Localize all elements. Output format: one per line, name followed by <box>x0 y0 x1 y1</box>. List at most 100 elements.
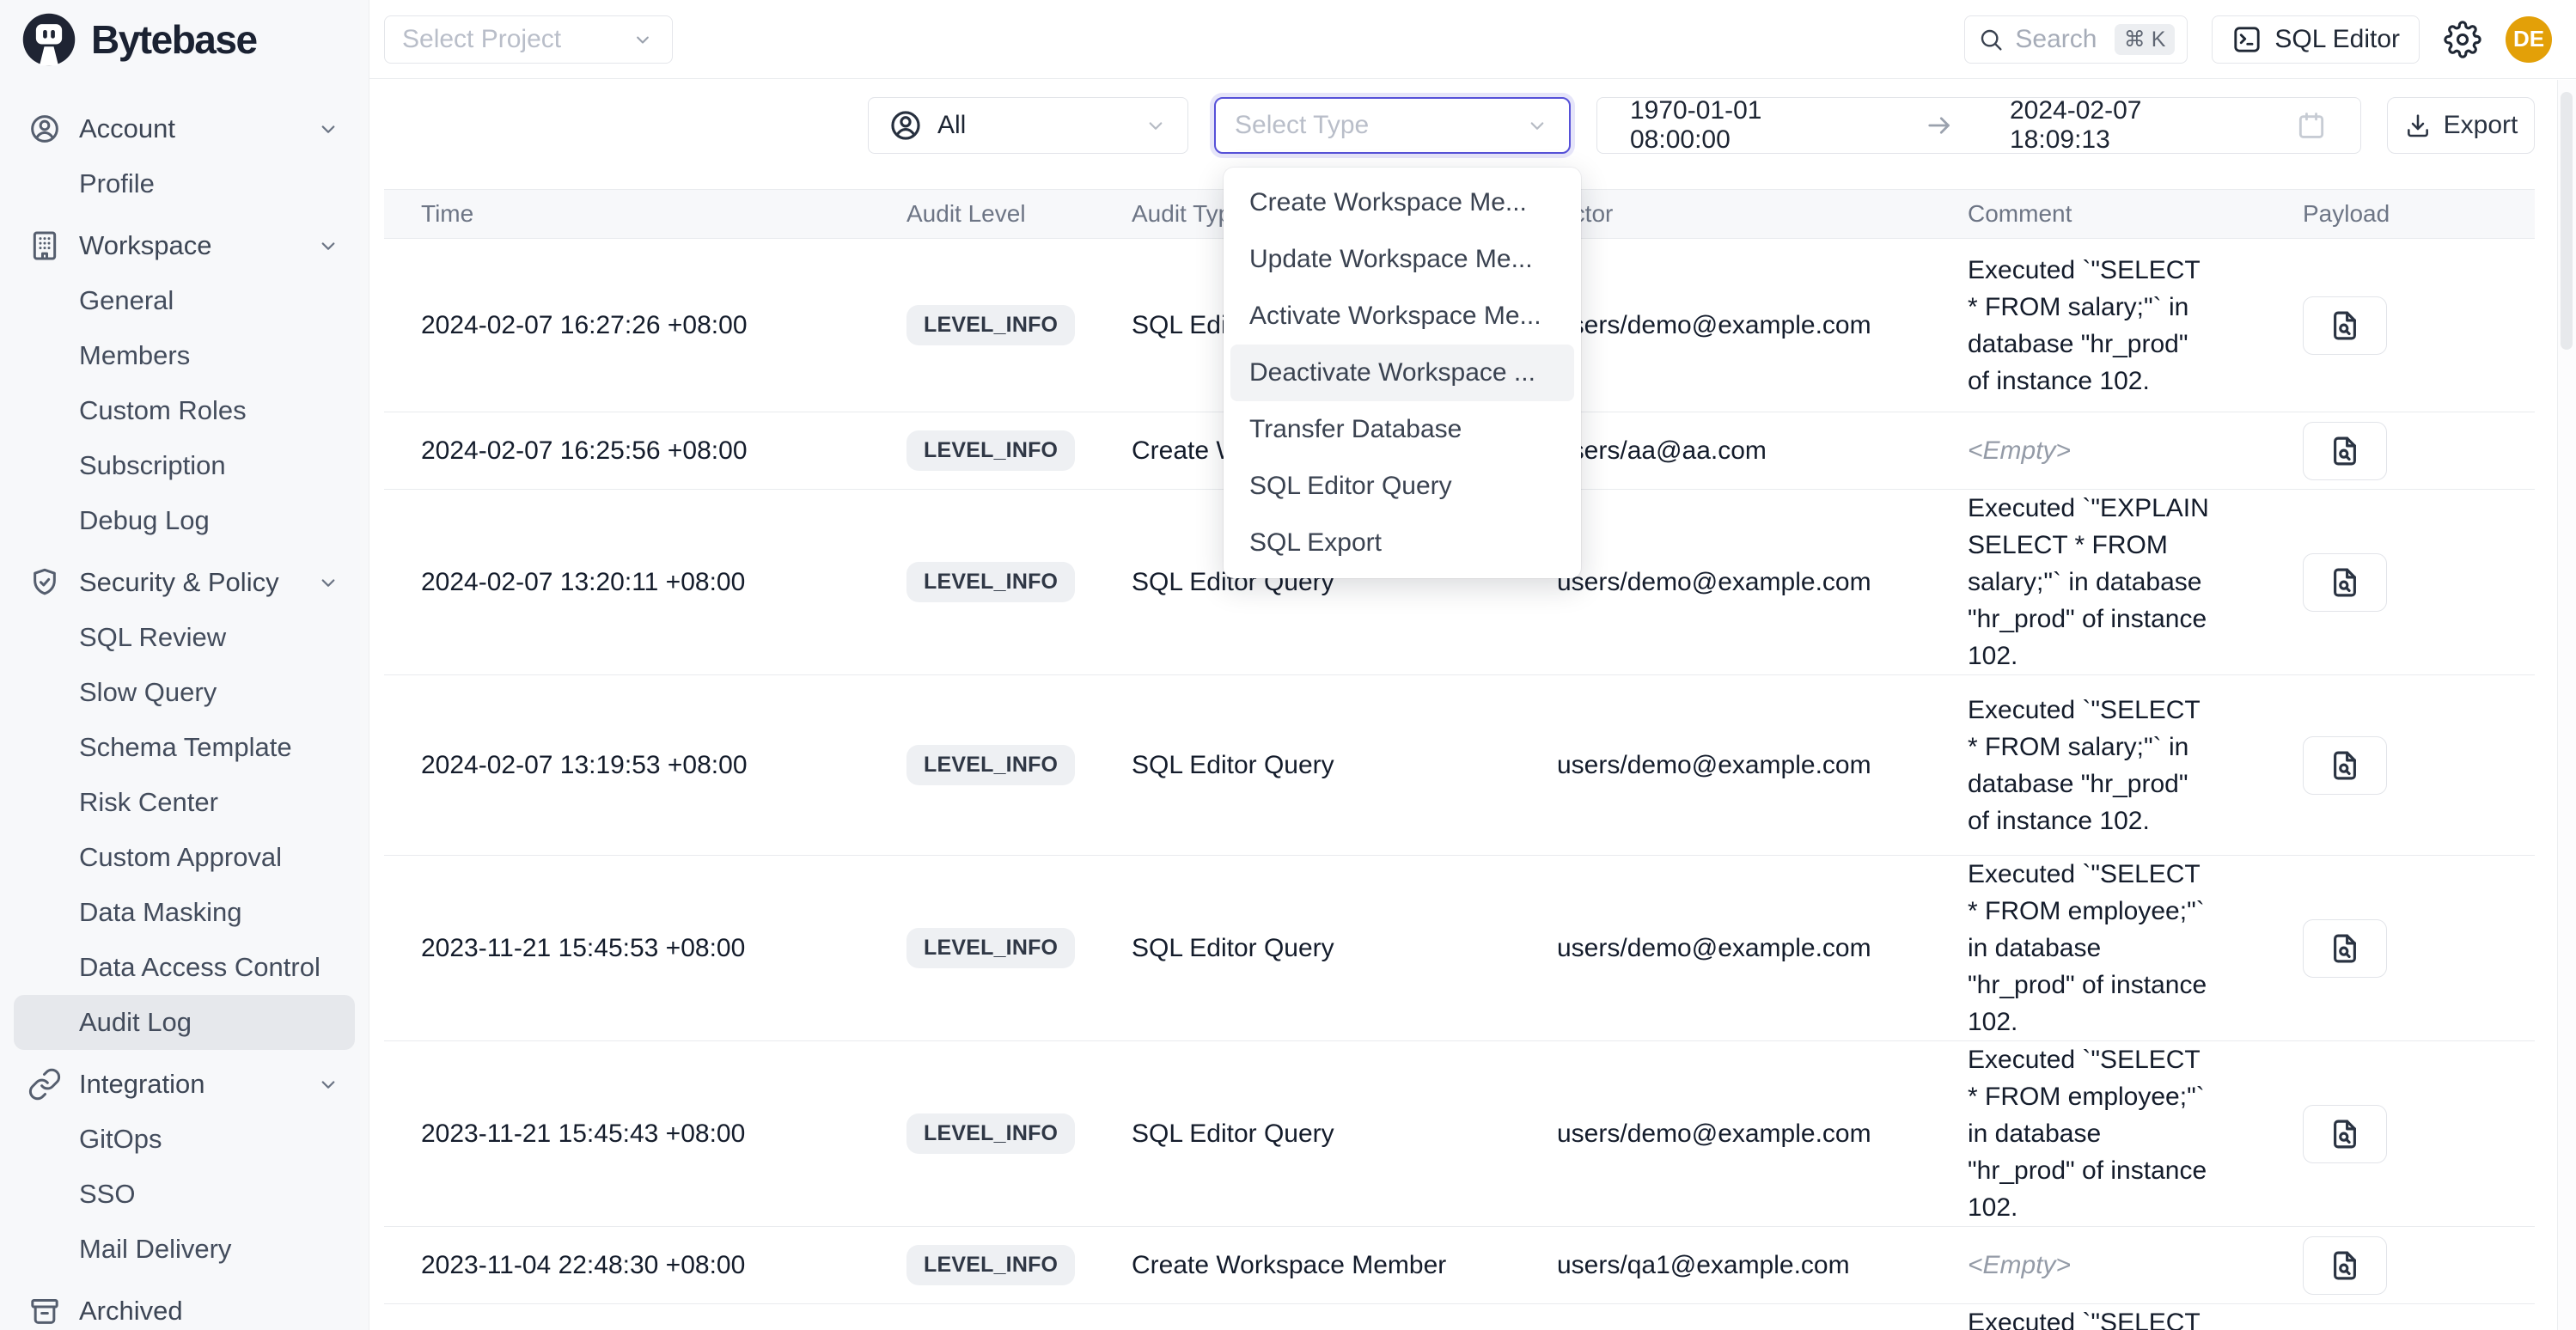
type-menu-option-create-workspace-me[interactable]: Create Workspace Me... <box>1230 174 1574 231</box>
type-menu-option-sql-export[interactable]: SQL Export <box>1230 515 1574 571</box>
payload-view-button[interactable] <box>2303 1105 2387 1163</box>
sidebar-item-slow-query[interactable]: Slow Query <box>14 665 355 720</box>
export-button[interactable]: Export <box>2387 97 2535 154</box>
settings-gear-icon[interactable] <box>2444 21 2481 58</box>
sidebar-item-label: Subscription <box>79 450 226 481</box>
cell-time: 2024-02-07 13:20:11 +08:00 <box>384 568 870 597</box>
type-menu-option-deactivate-workspace[interactable]: Deactivate Workspace ... <box>1230 345 1574 401</box>
cell-time: 2024-02-07 16:25:56 +08:00 <box>384 436 870 466</box>
date-range-picker[interactable]: 1970-01-01 08:00:00 2024-02-07 18:09:13 <box>1596 97 2361 154</box>
sidebar-item-data-access-control[interactable]: Data Access Control <box>14 940 355 995</box>
cell-time: 2023-11-04 22:48:30 +08:00 <box>384 1251 870 1280</box>
cell-audit-type: SQL Editor Query <box>1095 1120 1520 1149</box>
building-icon <box>27 229 62 263</box>
file-search-icon <box>2327 1248 2363 1284</box>
audit-log-row: 2023-11-04 01:06:24 +08:00LEVEL_INFOSQL … <box>384 1304 2535 1330</box>
payload-view-button[interactable] <box>2303 736 2387 795</box>
sidebar-item-label: Custom Approval <box>79 842 282 873</box>
type-filter-placeholder: Select Type <box>1235 111 1369 140</box>
sidebar-section-integration[interactable]: Integration <box>14 1057 355 1112</box>
search-input[interactable]: Search ⌘ K <box>1964 15 2188 64</box>
type-menu-option-activate-workspace-me[interactable]: Activate Workspace Me... <box>1230 288 1574 345</box>
sidebar-section-label: Account <box>79 113 175 144</box>
audit-level-badge: LEVEL_INFO <box>906 305 1075 345</box>
sidebar-item-label: Members <box>79 340 190 371</box>
sidebar-item-schema-template[interactable]: Schema Template <box>14 720 355 775</box>
column-header-audit-level: Audit Level <box>870 200 1095 228</box>
bytebase-logo[interactable]: Bytebase <box>0 0 369 79</box>
audit-level-badge: LEVEL_INFO <box>906 928 1075 968</box>
date-from-value[interactable]: 1970-01-01 08:00:00 <box>1630 96 1869 155</box>
type-menu-option-transfer-database[interactable]: Transfer Database <box>1230 401 1574 458</box>
filter-bar: All Select Type 1970-01-01 08:00:00 2024… <box>384 97 2535 154</box>
sidebar-item-custom-approval[interactable]: Custom Approval <box>14 830 355 885</box>
sidebar-section-label: Security & Policy <box>79 567 279 598</box>
cell-time: 2023-11-21 15:45:53 +08:00 <box>384 934 870 963</box>
file-search-icon <box>2327 308 2363 344</box>
payload-view-button[interactable] <box>2303 919 2387 978</box>
cell-actor: users/demo@example.com <box>1520 568 1931 597</box>
sidebar-item-data-masking[interactable]: Data Masking <box>14 885 355 940</box>
cell-audit-level: LEVEL_INFO <box>870 928 1095 968</box>
topbar: Select Project Search ⌘ K SQL Editor DE <box>369 0 2576 79</box>
sidebar-item-sql-review[interactable]: SQL Review <box>14 610 355 665</box>
file-search-icon <box>2327 564 2363 601</box>
sidebar-section-archived[interactable]: Archived <box>14 1284 355 1330</box>
type-menu-option-sql-editor-query[interactable]: SQL Editor Query <box>1230 458 1574 515</box>
sidebar-item-gitops[interactable]: GitOps <box>14 1112 355 1167</box>
sidebar-section-security-policy[interactable]: Security & Policy <box>14 555 355 610</box>
sql-editor-button[interactable]: SQL Editor <box>2212 15 2420 64</box>
cell-actor: users/demo@example.com <box>1520 934 1931 963</box>
sidebar-item-general[interactable]: General <box>14 273 355 328</box>
payload-view-button[interactable] <box>2303 296 2387 355</box>
sidebar-item-custom-roles[interactable]: Custom Roles <box>14 383 355 438</box>
cell-audit-level: LEVEL_INFO <box>870 745 1095 785</box>
search-icon <box>1977 26 2005 53</box>
cell-comment: Executed `"SELECT * FROM employee;"` in … <box>1931 1041 2266 1226</box>
chevron-down-icon <box>631 27 655 52</box>
sidebar-item-debug-log[interactable]: Debug Log <box>14 493 355 548</box>
sidebar-item-label: Data Masking <box>79 897 242 928</box>
sidebar-section-account[interactable]: Account <box>14 101 355 156</box>
sidebar-item-label: Debug Log <box>79 505 210 536</box>
project-select[interactable]: Select Project <box>384 15 673 64</box>
payload-view-button[interactable] <box>2303 422 2387 480</box>
sidebar-item-mail-delivery[interactable]: Mail Delivery <box>14 1222 355 1277</box>
type-filter-select[interactable]: Select Type <box>1214 97 1571 154</box>
cell-comment: Executed `"SELECT * FROM salary;"` in da… <box>1931 692 2266 839</box>
audit-log-row: 2023-11-21 15:45:53 +08:00LEVEL_INFOSQL … <box>384 856 2535 1041</box>
user-avatar[interactable]: DE <box>2506 16 2552 63</box>
payload-view-button[interactable] <box>2303 553 2387 612</box>
cell-actor: users/demo@example.com <box>1520 311 1931 340</box>
sidebar-nav: Account Profile WorkspaceGeneral Members Cus… <box>0 79 369 1330</box>
date-to-value[interactable]: 2024-02-07 18:09:13 <box>2010 96 2249 155</box>
type-menu-option-update-workspace-me[interactable]: Update Workspace Me... <box>1230 231 1574 288</box>
column-header-time: Time <box>384 200 870 228</box>
sidebar-section-workspace[interactable]: Workspace <box>14 218 355 273</box>
column-header-actor: Actor <box>1520 200 1931 228</box>
topbar-right: Search ⌘ K SQL Editor DE <box>1964 15 2552 64</box>
sidebar-item-members[interactable]: Members <box>14 328 355 383</box>
cell-payload <box>2266 296 2498 355</box>
cell-actor: users/qa1@example.com <box>1520 1251 1931 1280</box>
user-circle-icon <box>27 112 62 146</box>
vertical-scrollbar[interactable] <box>2557 80 2576 1330</box>
comment-empty-value: <Empty> <box>1968 1251 2071 1279</box>
file-search-icon <box>2327 747 2363 784</box>
sidebar-item-sso[interactable]: SSO <box>14 1167 355 1222</box>
sidebar-item-audit-log[interactable]: Audit Log <box>14 995 355 1050</box>
cell-time: 2023-11-21 15:45:43 +08:00 <box>384 1120 870 1149</box>
cell-audit-level: LEVEL_INFO <box>870 305 1095 345</box>
scrollbar-thumb[interactable] <box>2561 92 2573 350</box>
sidebar-item-subscription[interactable]: Subscription <box>14 438 355 493</box>
export-label: Export <box>2444 111 2518 140</box>
actor-filter-select[interactable]: All <box>868 97 1188 154</box>
payload-view-button[interactable] <box>2303 1236 2387 1295</box>
file-search-icon <box>2327 1116 2363 1152</box>
sidebar-item-profile[interactable]: Profile <box>14 156 355 211</box>
sidebar-section-label: Integration <box>79 1069 205 1100</box>
cell-actor: users/aa@aa.com <box>1520 436 1931 466</box>
type-dropdown-menu: Create Workspace Me...Update Workspace M… <box>1224 168 1581 578</box>
sql-editor-label: SQL Editor <box>2274 25 2400 54</box>
sidebar-item-risk-center[interactable]: Risk Center <box>14 775 355 830</box>
